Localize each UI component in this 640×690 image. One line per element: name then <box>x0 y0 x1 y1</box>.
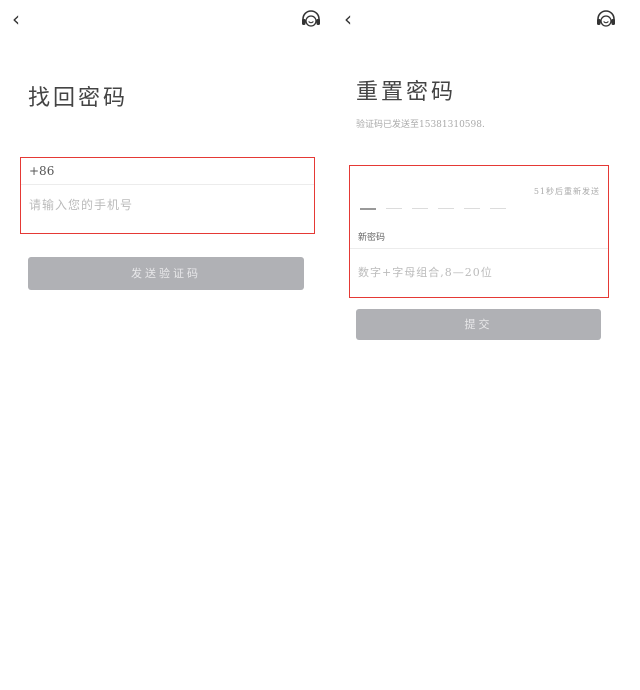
page-title: 重置密码 <box>356 80 457 105</box>
reset-password-screen: ‹ 重置密码 验证码已发送至15381310598. 51秒后重新发送 新密码 … <box>340 0 640 690</box>
headset-icon[interactable] <box>595 8 617 30</box>
code-digit-3[interactable] <box>412 208 428 209</box>
code-sent-notice: 验证码已发送至15381310598. <box>356 120 485 130</box>
input-divider <box>21 184 314 185</box>
submit-button[interactable]: 提交 <box>356 309 601 340</box>
new-password-label: 新密码 <box>358 233 386 243</box>
new-password-input[interactable]: 数字+字母组合,8—20位 <box>358 264 493 280</box>
code-digit-5[interactable] <box>464 208 480 209</box>
phone-input[interactable]: 请输入您的手机号 <box>29 196 133 213</box>
back-button[interactable]: ‹ <box>344 8 364 30</box>
code-digit-4[interactable] <box>438 208 454 209</box>
country-code[interactable]: +86 <box>29 164 54 178</box>
resend-countdown[interactable]: 51秒后重新发送 <box>534 186 600 197</box>
headset-icon[interactable] <box>300 8 322 30</box>
find-password-screen: ‹ 找回密码 +86 请输入您的手机号 发送验证码 <box>0 0 330 690</box>
back-button[interactable]: ‹ <box>12 8 32 30</box>
input-divider <box>350 248 608 249</box>
send-code-button[interactable]: 发送验证码 <box>28 257 304 290</box>
code-digit-6[interactable] <box>490 208 506 209</box>
reset-form-group: 51秒后重新发送 新密码 数字+字母组合,8—20位 <box>349 165 609 298</box>
page-title: 找回密码 <box>28 86 129 111</box>
phone-input-group: +86 请输入您的手机号 <box>20 157 315 234</box>
code-digit-1[interactable] <box>360 208 376 210</box>
code-digit-2[interactable] <box>386 208 402 209</box>
